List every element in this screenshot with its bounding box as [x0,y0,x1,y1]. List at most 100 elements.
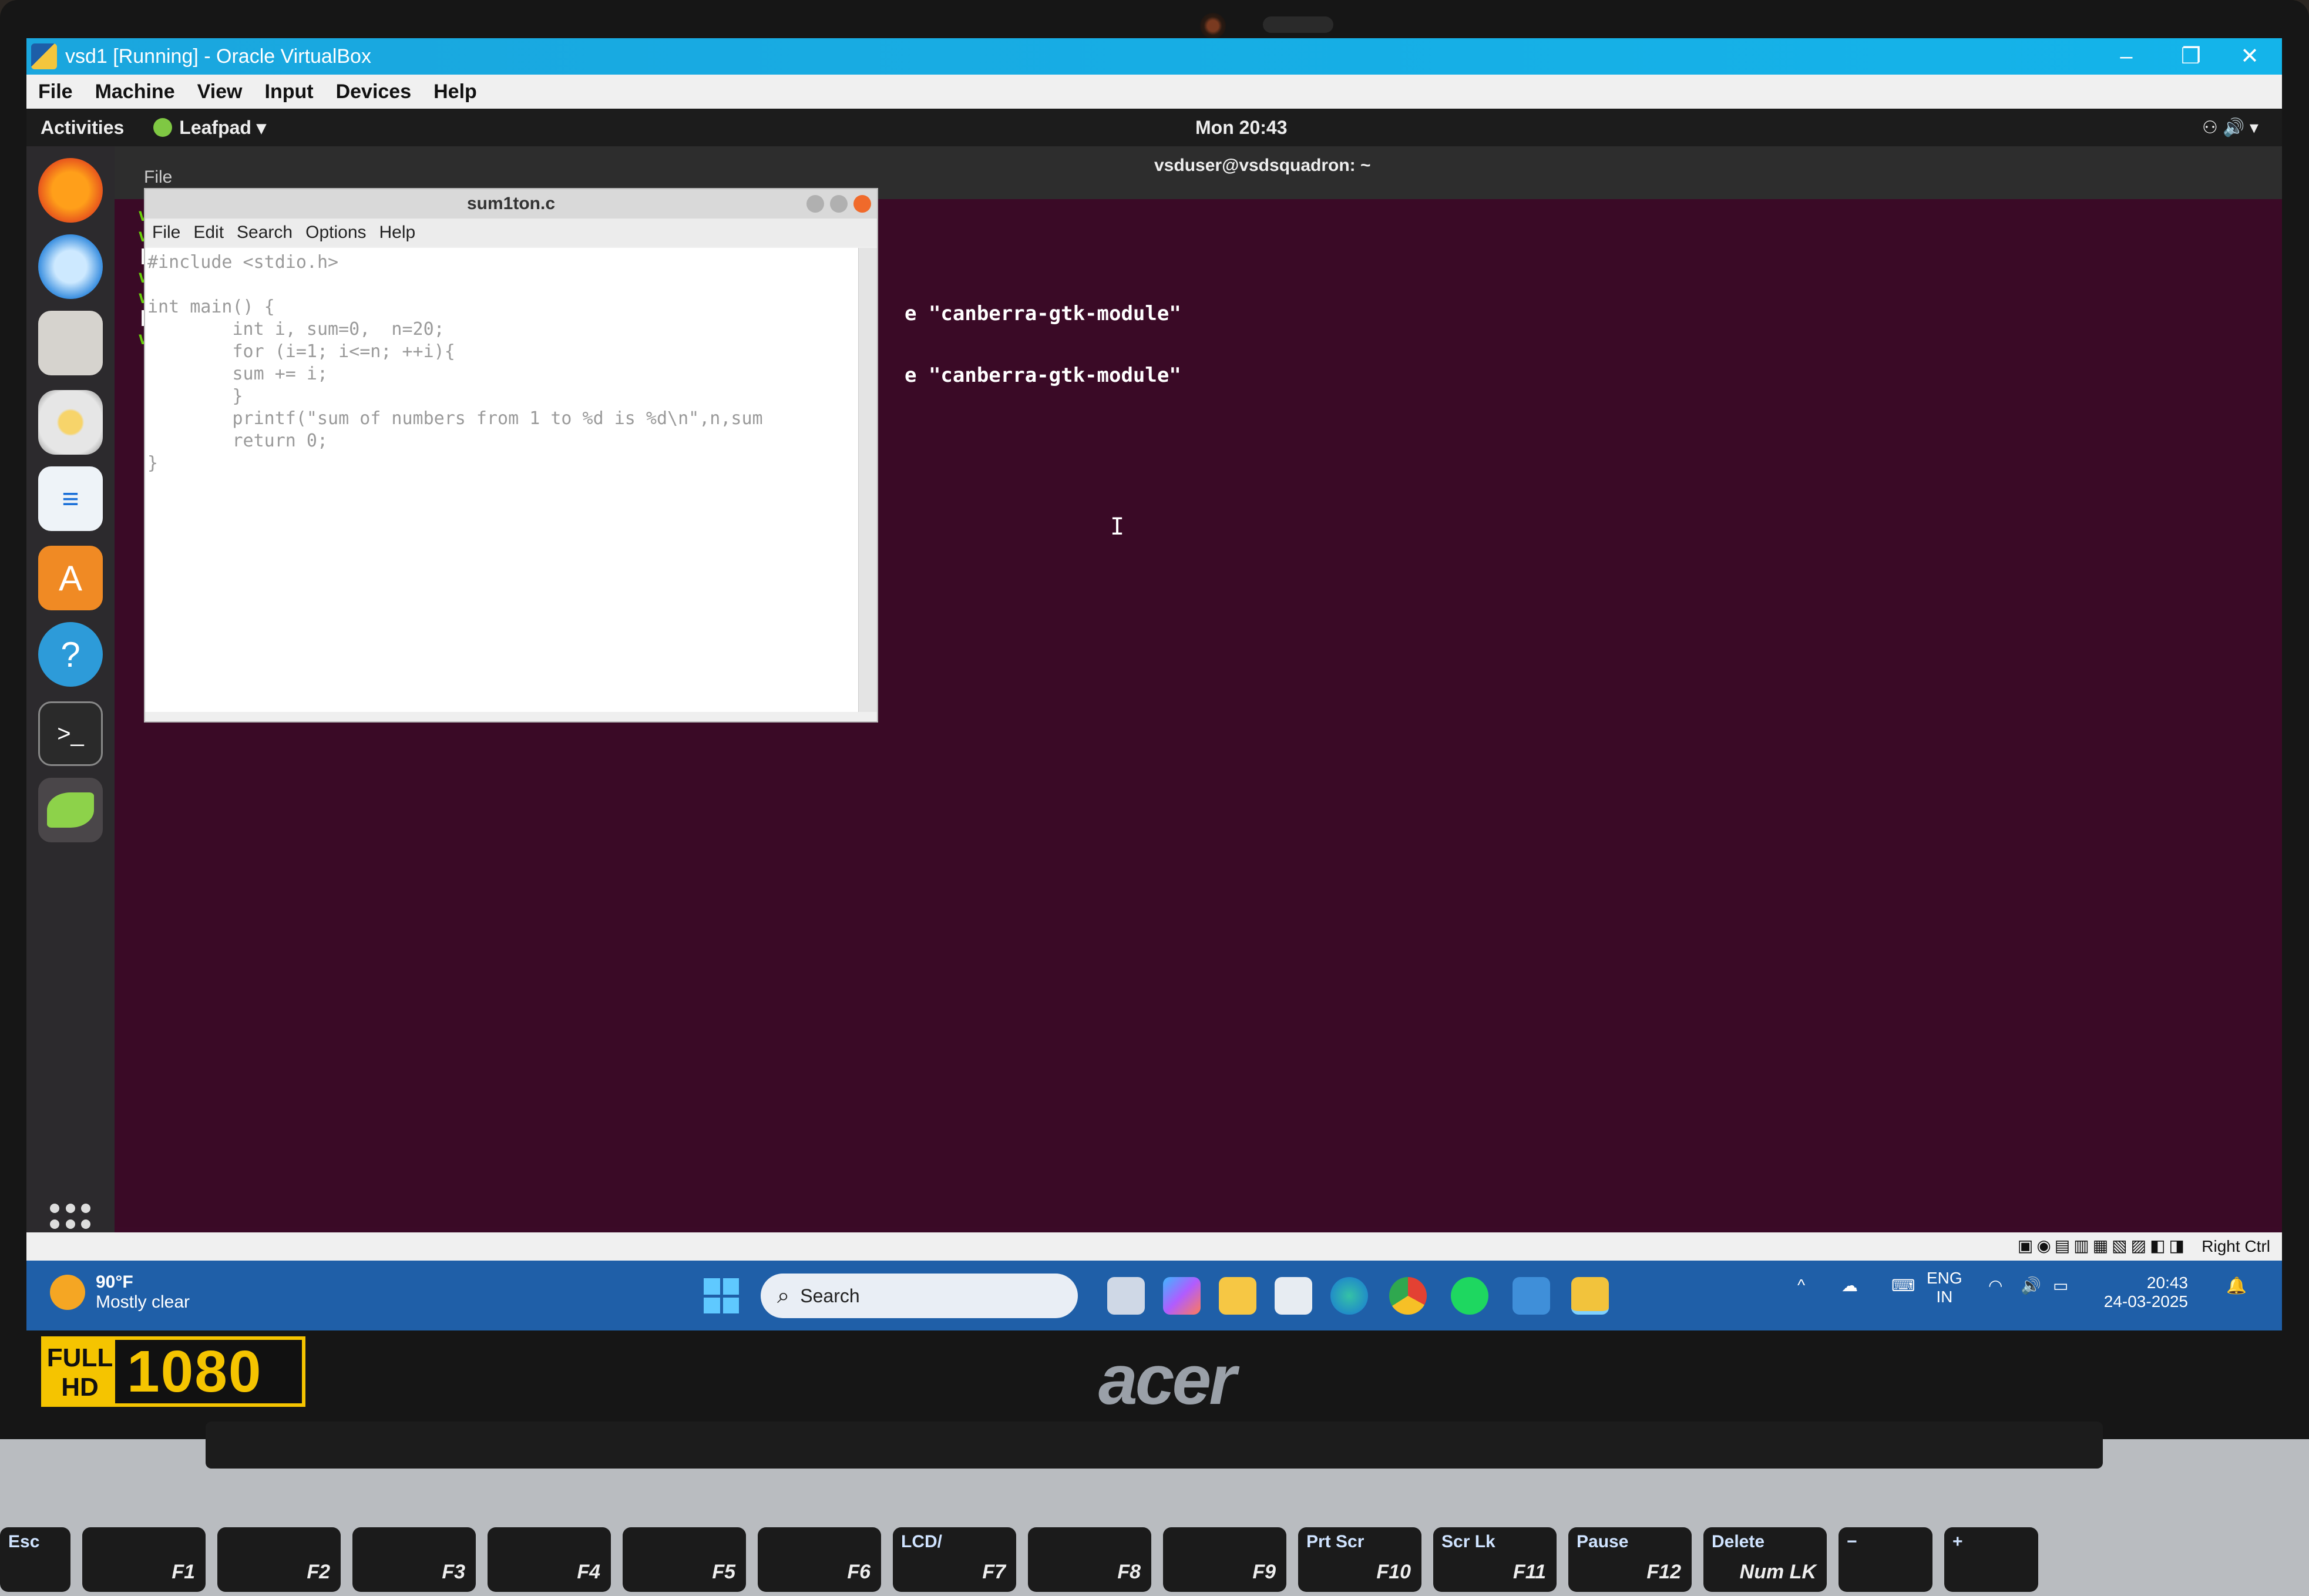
app-menu[interactable]: Leafpad ▾ [153,116,266,139]
key-f5: F5 [623,1527,746,1592]
leafpad-menubar: File Edit Search Options Help [145,219,877,247]
language-code: ENG [1927,1269,1962,1287]
menu-input[interactable]: Input [265,80,314,103]
volume-icon[interactable]: 🔊 [2021,1276,2041,1295]
leafpad-scrollbar[interactable] [858,248,877,712]
chrome-icon[interactable] [1389,1277,1427,1315]
device-status-icons[interactable]: ▣◉▤▥▦▧▨◧◨ [2018,1236,2188,1255]
windows-taskbar: 90°F Mostly clear ⌕ Search ^ ☁ ⌨ ENG IN … [26,1261,2282,1330]
guest-clock[interactable]: Mon 20:43 [1195,117,1287,139]
leafpad-menu-options[interactable]: Options [305,223,366,243]
key-f4: F4 [488,1527,611,1592]
search-label: Search [800,1285,860,1306]
virtualbox-vm-icon[interactable] [1571,1277,1609,1315]
terminal-menu-file[interactable]: File [144,167,172,187]
task-view-icon[interactable] [1107,1277,1145,1315]
virtualbox-menubar: File Machine View Input Devices Help [26,75,2282,109]
key-f9: F9 [1163,1527,1286,1592]
key-f12: Pause F12 [1568,1527,1692,1592]
firefox-icon[interactable] [38,158,103,223]
files-icon[interactable] [38,311,103,375]
leafpad-window: sum1ton.c File Edit Search Options Help … [144,188,878,723]
virtualbox-icon[interactable] [1513,1277,1550,1315]
show-hidden-icons[interactable]: ^ [1797,1276,1805,1295]
key-f1: F1 [82,1527,206,1592]
host-key-label: Right Ctrl [2202,1237,2270,1255]
leafpad-menu-help[interactable]: Help [379,223,416,243]
virtualbox-icon [31,43,57,69]
close-button[interactable]: ✕ [2223,38,2276,75]
terminal-output-line: e "canberra-gtk-module" [905,364,1181,387]
menu-help[interactable]: Help [433,80,477,103]
key-f8: F8 [1028,1527,1151,1592]
wifi-icon[interactable]: ◠ [1988,1276,2002,1295]
search-icon: ⌕ [777,1283,790,1308]
key-f10: Prt Scr F10 [1298,1527,1421,1592]
activities-button[interactable]: Activities [41,117,124,139]
thunderbird-icon[interactable] [38,234,103,299]
badge-resolution: 1080 [127,1338,263,1405]
menu-machine[interactable]: Machine [95,80,175,103]
taskbar-search[interactable]: ⌕ Search [761,1274,1078,1318]
leafpad-icon[interactable] [38,778,103,842]
onedrive-icon[interactable]: ☁ [1841,1276,1858,1295]
spotify-icon[interactable] [1451,1277,1488,1315]
code-editor[interactable]: #include <stdio.h> int main() { int i, s… [145,248,859,712]
taskbar-time: 20:43 [2146,1274,2188,1292]
battery-icon[interactable]: ▭ [2053,1276,2068,1295]
laptop-hinge [206,1422,2103,1469]
terminal-title: vsduser@vsdsquadron: ~ [1154,156,1371,175]
key-delete: Delete Num LK [1703,1527,1827,1592]
terminal-icon[interactable]: >_ [38,701,103,766]
start-button[interactable] [704,1278,739,1313]
edge-icon[interactable] [1330,1277,1368,1315]
badge-full: FULL [46,1343,113,1372]
gnome-topbar: Activities Leafpad ▾ Mon 20:43 ⚇ 🔊 ▾ [26,109,2282,146]
software-icon[interactable]: A [38,546,103,610]
leafpad-title: sum1ton.c [466,194,556,213]
keyboard-icon[interactable]: ⌨ [1891,1276,1915,1295]
key-minus: − [1839,1527,1932,1592]
taskbar-date: 24-03-2025 [2103,1292,2188,1311]
key-f2: F2 [217,1527,341,1592]
leafpad-minimize-button[interactable] [806,195,824,213]
keyboard-function-row: Esc F1 F2 F3 F4 F5 F6 LCD/F7 F8 F9 Prt S… [0,1527,2309,1596]
camera-shutter [1263,16,1333,33]
key-f7: LCD/F7 [893,1527,1016,1592]
language-indicator[interactable]: ENG IN [1927,1269,1962,1306]
system-tray-icons[interactable]: ⚇ 🔊 ▾ [2202,117,2258,138]
rhythmbox-icon[interactable] [38,390,103,455]
taskbar-clock[interactable]: 20:43 24-03-2025 [2104,1274,2188,1311]
store-icon[interactable] [1275,1277,1312,1315]
key-f11: Scr Lk F11 [1433,1527,1557,1592]
app-menu-label: Leafpad ▾ [179,117,266,138]
libreoffice-writer-icon[interactable]: ≡ [38,466,103,531]
virtualbox-statusbar: ▣◉▤▥▦▧▨◧◨ Right Ctrl [26,1232,2282,1261]
acer-logo: acer [1098,1340,1236,1419]
copilot-icon[interactable] [1163,1277,1201,1315]
menu-file[interactable]: File [38,80,73,103]
full-hd-badge: FULL HD 1080 [41,1336,305,1407]
virtualbox-title: vsd1 [Running] - Oracle VirtualBox [65,45,371,68]
leafpad-titlebar: sum1ton.c [145,189,877,219]
notification-bell-icon[interactable]: 🔔 [2226,1276,2247,1295]
badge-hd: HD [61,1373,99,1402]
key-plus: + [1944,1527,2038,1592]
leafpad-close-button[interactable] [853,195,871,213]
leafpad-menu-file[interactable]: File [152,223,180,243]
key-f3: F3 [352,1527,476,1592]
leafpad-small-icon [153,118,173,137]
help-icon[interactable]: ? [38,622,103,687]
weather-temperature: 90°F [96,1272,133,1292]
restore-button[interactable]: ❐ [2165,38,2217,75]
ubuntu-dock: ≡ A ? >_ [26,146,115,1245]
menu-view[interactable]: View [197,80,243,103]
key-esc: Esc [0,1527,70,1592]
leafpad-menu-edit[interactable]: Edit [193,223,224,243]
leafpad-maximize-button[interactable] [830,195,848,213]
menu-devices[interactable]: Devices [336,80,412,103]
leafpad-menu-search[interactable]: Search [237,223,293,243]
minimize-button[interactable]: – [2100,38,2153,75]
weather-widget[interactable]: 90°F Mostly clear [50,1272,190,1312]
file-explorer-icon[interactable] [1219,1277,1256,1315]
